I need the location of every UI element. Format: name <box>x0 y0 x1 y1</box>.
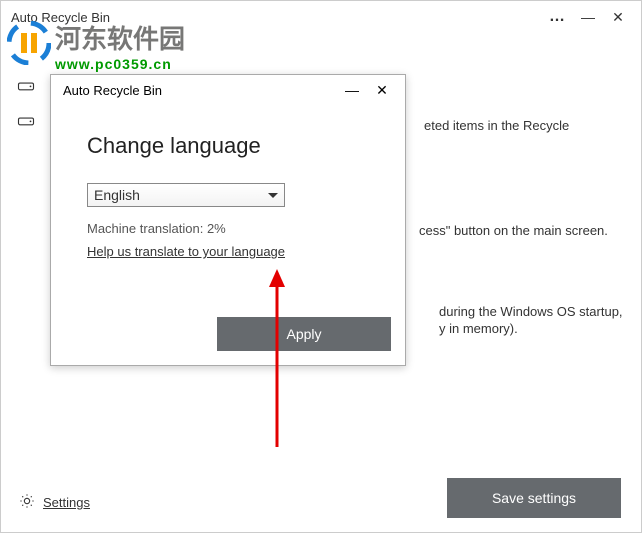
settings-label: Settings <box>43 495 90 510</box>
dialog-titlebar: Auto Recycle Bin — ✕ <box>51 75 405 105</box>
language-selected-value: English <box>94 187 268 203</box>
chevron-down-icon <box>268 193 278 198</box>
dialog-close-button[interactable]: ✕ <box>367 82 397 99</box>
bg-description-text: during the Windows OS startup, <box>439 304 623 319</box>
drive-item[interactable] <box>17 114 37 133</box>
settings-link[interactable]: Settings <box>19 493 90 512</box>
dialog-heading: Change language <box>87 133 369 159</box>
machine-translation-text: Machine translation: 2% <box>87 221 369 236</box>
dialog-minimize-button[interactable]: — <box>337 82 367 98</box>
watermark-url: www.pc0359.cn <box>55 56 185 72</box>
more-button[interactable]: … <box>543 8 573 26</box>
sidebar <box>17 79 37 149</box>
save-settings-button[interactable]: Save settings <box>447 478 621 518</box>
bg-description-text: cess" button on the main screen. <box>419 223 608 238</box>
change-language-dialog: Auto Recycle Bin — ✕ Change language Eng… <box>50 74 406 366</box>
dialog-title: Auto Recycle Bin <box>63 83 162 98</box>
language-select[interactable]: English <box>87 183 285 207</box>
watermark-logo-icon <box>7 21 51 70</box>
drive-item[interactable] <box>17 79 37 98</box>
minimize-button[interactable]: — <box>573 9 603 25</box>
bg-description-text: y in memory). <box>439 321 518 336</box>
close-button[interactable]: ✕ <box>603 9 633 26</box>
help-translate-link[interactable]: Help us translate to your language <box>87 244 285 259</box>
watermark: 河东软件园 www.pc0359.cn <box>7 19 185 72</box>
gear-icon <box>19 493 35 512</box>
bg-description-text: eted items in the Recycle <box>424 118 569 133</box>
watermark-title: 河东软件园 <box>55 19 185 56</box>
apply-button[interactable]: Apply <box>217 317 391 351</box>
